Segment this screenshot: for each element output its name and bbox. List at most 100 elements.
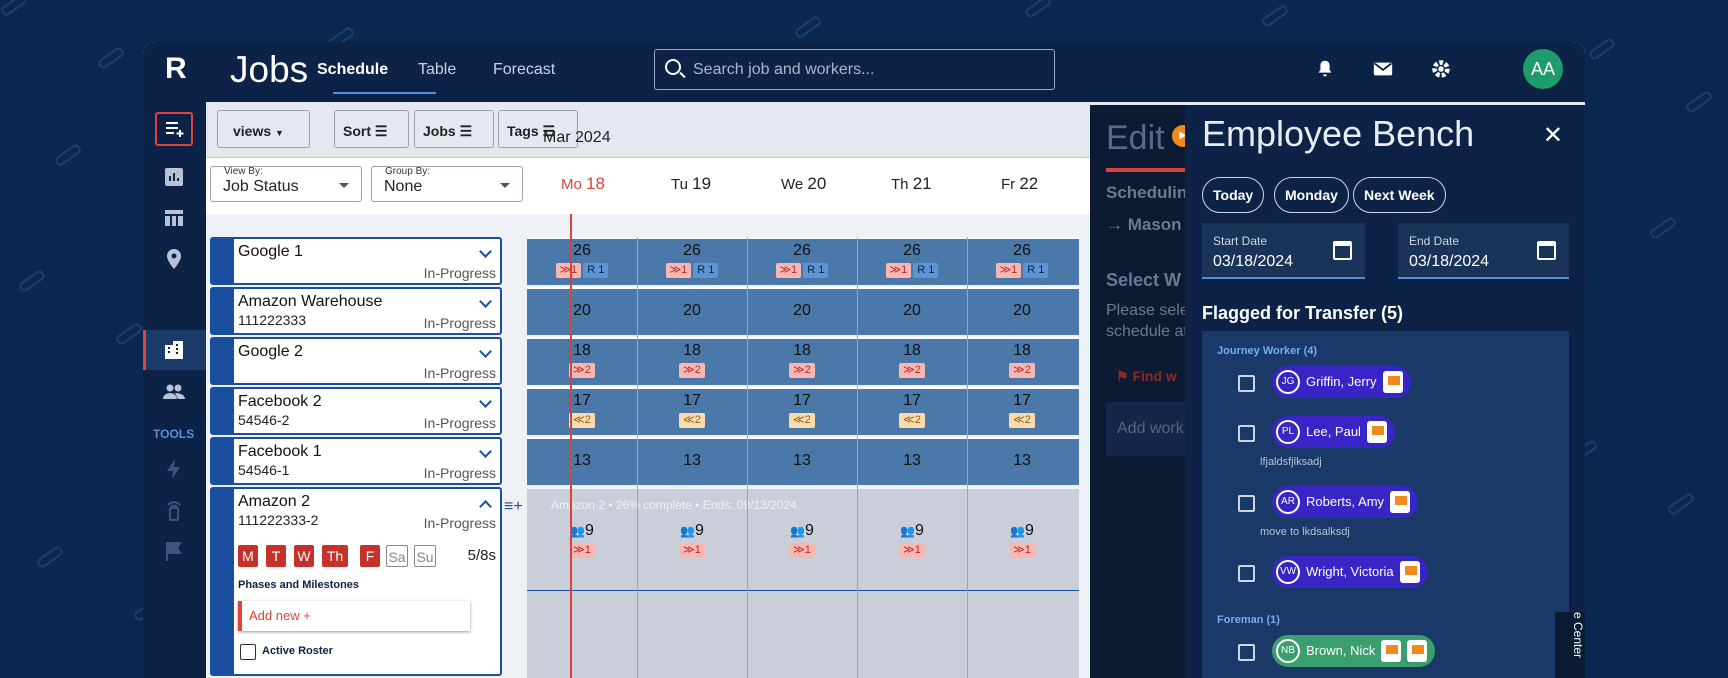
close-icon[interactable]: ✕ xyxy=(1543,121,1563,150)
table-icon[interactable] xyxy=(161,206,187,230)
schedule-cell[interactable]: 26 ≫1 R 1 xyxy=(967,242,1077,279)
tab-schedule[interactable]: Schedule xyxy=(317,61,388,79)
status-badge: ≫2 xyxy=(1009,363,1035,378)
worker-chip[interactable]: JG Griffin, Jerry xyxy=(1272,366,1411,398)
schedule-cell[interactable]: 👥9 ≫1 xyxy=(857,522,967,559)
schedule-cell[interactable]: 13 xyxy=(857,452,967,470)
job-card[interactable]: Google 1 In-Progress xyxy=(210,237,502,285)
schedule-cell[interactable]: 18 ≫2 xyxy=(527,342,637,379)
app-logo[interactable]: R xyxy=(165,52,187,86)
schedule-cell[interactable]: 17 ≪2 xyxy=(527,392,637,429)
workday-toggle[interactable]: Sa xyxy=(386,545,408,567)
schedule-cell[interactable]: 👥9 ≫1 xyxy=(747,522,857,559)
schedule-cell[interactable]: 13 xyxy=(967,452,1077,470)
add-job-button[interactable] xyxy=(155,112,193,146)
start-date-field[interactable]: Start Date 03/18/2024 xyxy=(1202,223,1365,279)
schedule-cell[interactable]: 18 ≫2 xyxy=(747,342,857,379)
schedule-cell[interactable]: 20 xyxy=(527,302,637,320)
user-avatar[interactable]: AA xyxy=(1523,49,1563,89)
schedule-cell[interactable]: 18 ≫2 xyxy=(857,342,967,379)
worker-checkbox[interactable] xyxy=(1238,644,1255,661)
schedule-cell[interactable]: 17 ≪2 xyxy=(967,392,1077,429)
schedule-cell[interactable]: 20 xyxy=(857,302,967,320)
workday-toggle[interactable]: T xyxy=(266,545,286,567)
job-card[interactable]: Facebook 2 54546-2 In-Progress xyxy=(210,387,502,435)
today-button[interactable]: Today xyxy=(1202,177,1265,213)
next-week-button[interactable]: Next Week xyxy=(1353,177,1446,213)
monday-button[interactable]: Monday xyxy=(1274,177,1349,213)
worker-chip[interactable]: PL Lee, Paul xyxy=(1272,416,1395,448)
schedule-cell[interactable]: 26 ≫1 R 1 xyxy=(527,242,637,279)
schedule-cell[interactable]: 20 xyxy=(637,302,747,320)
schedule-cell[interactable]: 17 ≪2 xyxy=(857,392,967,429)
schedule-cell[interactable]: 18 ≫2 xyxy=(967,342,1077,379)
chevron-down-icon: ▼ xyxy=(275,128,284,138)
schedule-cell[interactable]: 13 xyxy=(637,452,747,470)
schedule-cell[interactable]: 26 ≫1 R 1 xyxy=(857,242,967,279)
view-by-select[interactable]: View By: Job Status xyxy=(210,166,362,202)
worker-chip[interactable]: VW Wright, Victoria xyxy=(1272,556,1428,588)
add-phase-button[interactable]: Add new + xyxy=(238,601,470,631)
chart-icon[interactable] xyxy=(161,165,187,189)
chevron-down-icon[interactable] xyxy=(479,445,492,458)
schedule-cell[interactable]: 26 ≫1 R 1 xyxy=(637,242,747,279)
chevron-down-icon[interactable] xyxy=(479,395,492,408)
worker-checkbox[interactable] xyxy=(1238,375,1255,392)
workday-toggle[interactable]: M xyxy=(238,545,258,567)
building-icon[interactable] xyxy=(161,338,187,362)
tab-table[interactable]: Table xyxy=(418,61,456,79)
flag-icon[interactable] xyxy=(161,539,187,563)
job-status: In-Progress xyxy=(423,315,496,331)
worker-chip[interactable]: AR Roberts, Amy xyxy=(1272,486,1419,518)
tab-forecast[interactable]: Forecast xyxy=(493,61,555,79)
mail-icon[interactable] xyxy=(1371,58,1395,80)
job-card[interactable]: Facebook 1 54546-1 In-Progress xyxy=(210,437,502,485)
job-card[interactable]: Google 2 In-Progress xyxy=(210,337,502,385)
workday-toggle[interactable]: F xyxy=(360,545,380,567)
schedule-cell[interactable]: 13 xyxy=(527,452,637,470)
worker-checkbox[interactable] xyxy=(1238,425,1255,442)
location-icon[interactable] xyxy=(161,247,187,271)
chevron-down-icon[interactable] xyxy=(479,295,492,308)
people-icon[interactable] xyxy=(161,379,187,403)
workday-toggle[interactable]: Su xyxy=(414,545,436,567)
calendar-icon[interactable] xyxy=(1537,241,1556,260)
schedule-cell[interactable]: 26 ≫1 R 1 xyxy=(747,242,857,279)
schedule-cell[interactable]: 👥9 ≫1 xyxy=(527,522,637,559)
active-roster-checkbox[interactable] xyxy=(240,644,256,660)
chevron-down-icon[interactable] xyxy=(479,245,492,258)
sort-button[interactable]: Sort ☰ xyxy=(334,110,409,148)
worker-chip[interactable]: NB Brown, Nick xyxy=(1272,635,1436,667)
add-worker-placeholder: Add work xyxy=(1117,420,1184,437)
job-card[interactable]: Amazon 2 111222333-2 In-Progress M T W Th F Sa Su… xyxy=(210,487,502,676)
gear-icon[interactable] xyxy=(1429,58,1453,80)
calendar-icon[interactable] xyxy=(1333,241,1352,260)
workday-toggle[interactable]: Th xyxy=(322,545,348,567)
schedule-cell[interactable]: 13 xyxy=(747,452,857,470)
resource-center-tab[interactable]: e Center xyxy=(1555,612,1585,678)
lightning-icon[interactable] xyxy=(161,457,187,481)
schedule-cell[interactable]: 20 xyxy=(967,302,1077,320)
alarm-bell-icon[interactable] xyxy=(1313,58,1337,80)
job-name: Google 2 xyxy=(238,343,303,360)
worker-checkbox[interactable] xyxy=(1238,565,1255,582)
schedule-cell[interactable]: 17 ≪2 xyxy=(747,392,857,429)
schedule-cell[interactable]: 18 ≫2 xyxy=(637,342,747,379)
wifi-icon[interactable] xyxy=(161,498,187,522)
schedule-cell[interactable]: 20 xyxy=(747,302,857,320)
schedule-cell[interactable]: 👥9 ≫1 xyxy=(637,522,747,559)
workday-toggle[interactable]: W xyxy=(294,545,314,567)
worker-checkbox[interactable] xyxy=(1238,495,1255,512)
find-workers-link[interactable]: ⚑ Find w xyxy=(1116,368,1177,385)
schedule-cell[interactable]: 17 ≪2 xyxy=(637,392,747,429)
chevron-down-icon[interactable] xyxy=(479,345,492,358)
views-button[interactable]: views ▼ xyxy=(217,110,310,148)
jobs-filter-button[interactable]: Jobs ☰ xyxy=(414,110,494,148)
group-by-select[interactable]: Group By: None xyxy=(371,166,523,202)
end-date-field[interactable]: End Date 03/18/2024 xyxy=(1398,223,1569,279)
schedule-cell[interactable]: 👥9 ≫1 xyxy=(967,522,1077,559)
job-card[interactable]: Amazon Warehouse 111222333 In-Progress xyxy=(210,287,502,335)
chevron-up-icon[interactable] xyxy=(479,500,492,513)
add-crew-icon[interactable]: ≡+ xyxy=(504,498,523,516)
search-input[interactable]: Search job and workers... xyxy=(654,49,1055,90)
